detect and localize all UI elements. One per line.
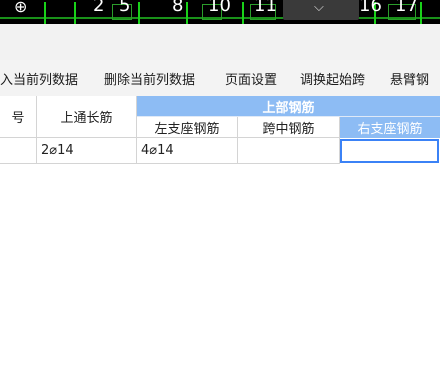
cell-right-support-rebar[interactable]: [340, 139, 439, 163]
cell-mid-span-rebar[interactable]: [238, 138, 340, 164]
grid-toolbar: 入当前列数据 删除当前列数据 页面设置 调换起始跨 悬臂钢: [0, 60, 440, 96]
cad-axis-number: 10: [208, 0, 231, 16]
page-settings-button[interactable]: 页面设置: [225, 69, 277, 88]
insert-column-data-button[interactable]: 入当前列数据: [0, 69, 78, 88]
cad-green-mark: [186, 2, 188, 24]
header-top-rebar-group: 上部钢筋: [137, 96, 440, 117]
header-top-through-rebar: 上通长筋: [37, 96, 137, 138]
ribbon-blank-area: [0, 24, 440, 60]
delete-column-data-button[interactable]: 删除当前列数据: [104, 69, 195, 88]
cad-axis-number: 11: [254, 0, 277, 16]
rebar-input-table: 号 上通长筋 上部钢筋 左支座钢筋 跨中钢筋 右支座钢筋 2⌀14 4⌀14: [0, 96, 440, 164]
cad-axis-number: ⊕: [14, 0, 28, 16]
header-left-support-rebar: 左支座钢筋: [137, 117, 238, 138]
adjust-start-span-button[interactable]: 调换起始跨: [300, 69, 365, 88]
cad-green-mark: [44, 2, 46, 24]
cad-green-mark: [74, 2, 76, 24]
cad-axis-number: 17: [395, 0, 418, 16]
cell-number[interactable]: [0, 138, 37, 164]
chevron-down-icon: ⌵: [314, 0, 324, 15]
cell-top-through-rebar[interactable]: 2⌀14: [37, 138, 137, 164]
cad-axis-number: 16: [359, 0, 382, 16]
cad-axis-number: 8: [172, 0, 184, 16]
cad-green-mark: [242, 2, 244, 24]
header-number: 号: [0, 96, 37, 138]
header-right-support-rebar: 右支座钢筋: [340, 117, 440, 138]
cell-left-support-rebar[interactable]: 4⌀14: [137, 138, 238, 164]
cad-canvas-strip: ⊕ 2 5 8 10 11 16 17 ⌵: [0, 0, 440, 24]
cad-green-mark: [138, 2, 140, 24]
cad-axis-number: 5: [119, 0, 131, 16]
cad-green-mark: [420, 2, 422, 24]
header-mid-span-rebar: 跨中钢筋: [238, 117, 340, 138]
cantilever-rebar-button[interactable]: 悬臂钢: [390, 69, 429, 88]
view-dropdown[interactable]: ⌵: [283, 0, 359, 20]
cad-axis-number: 2: [93, 0, 105, 16]
